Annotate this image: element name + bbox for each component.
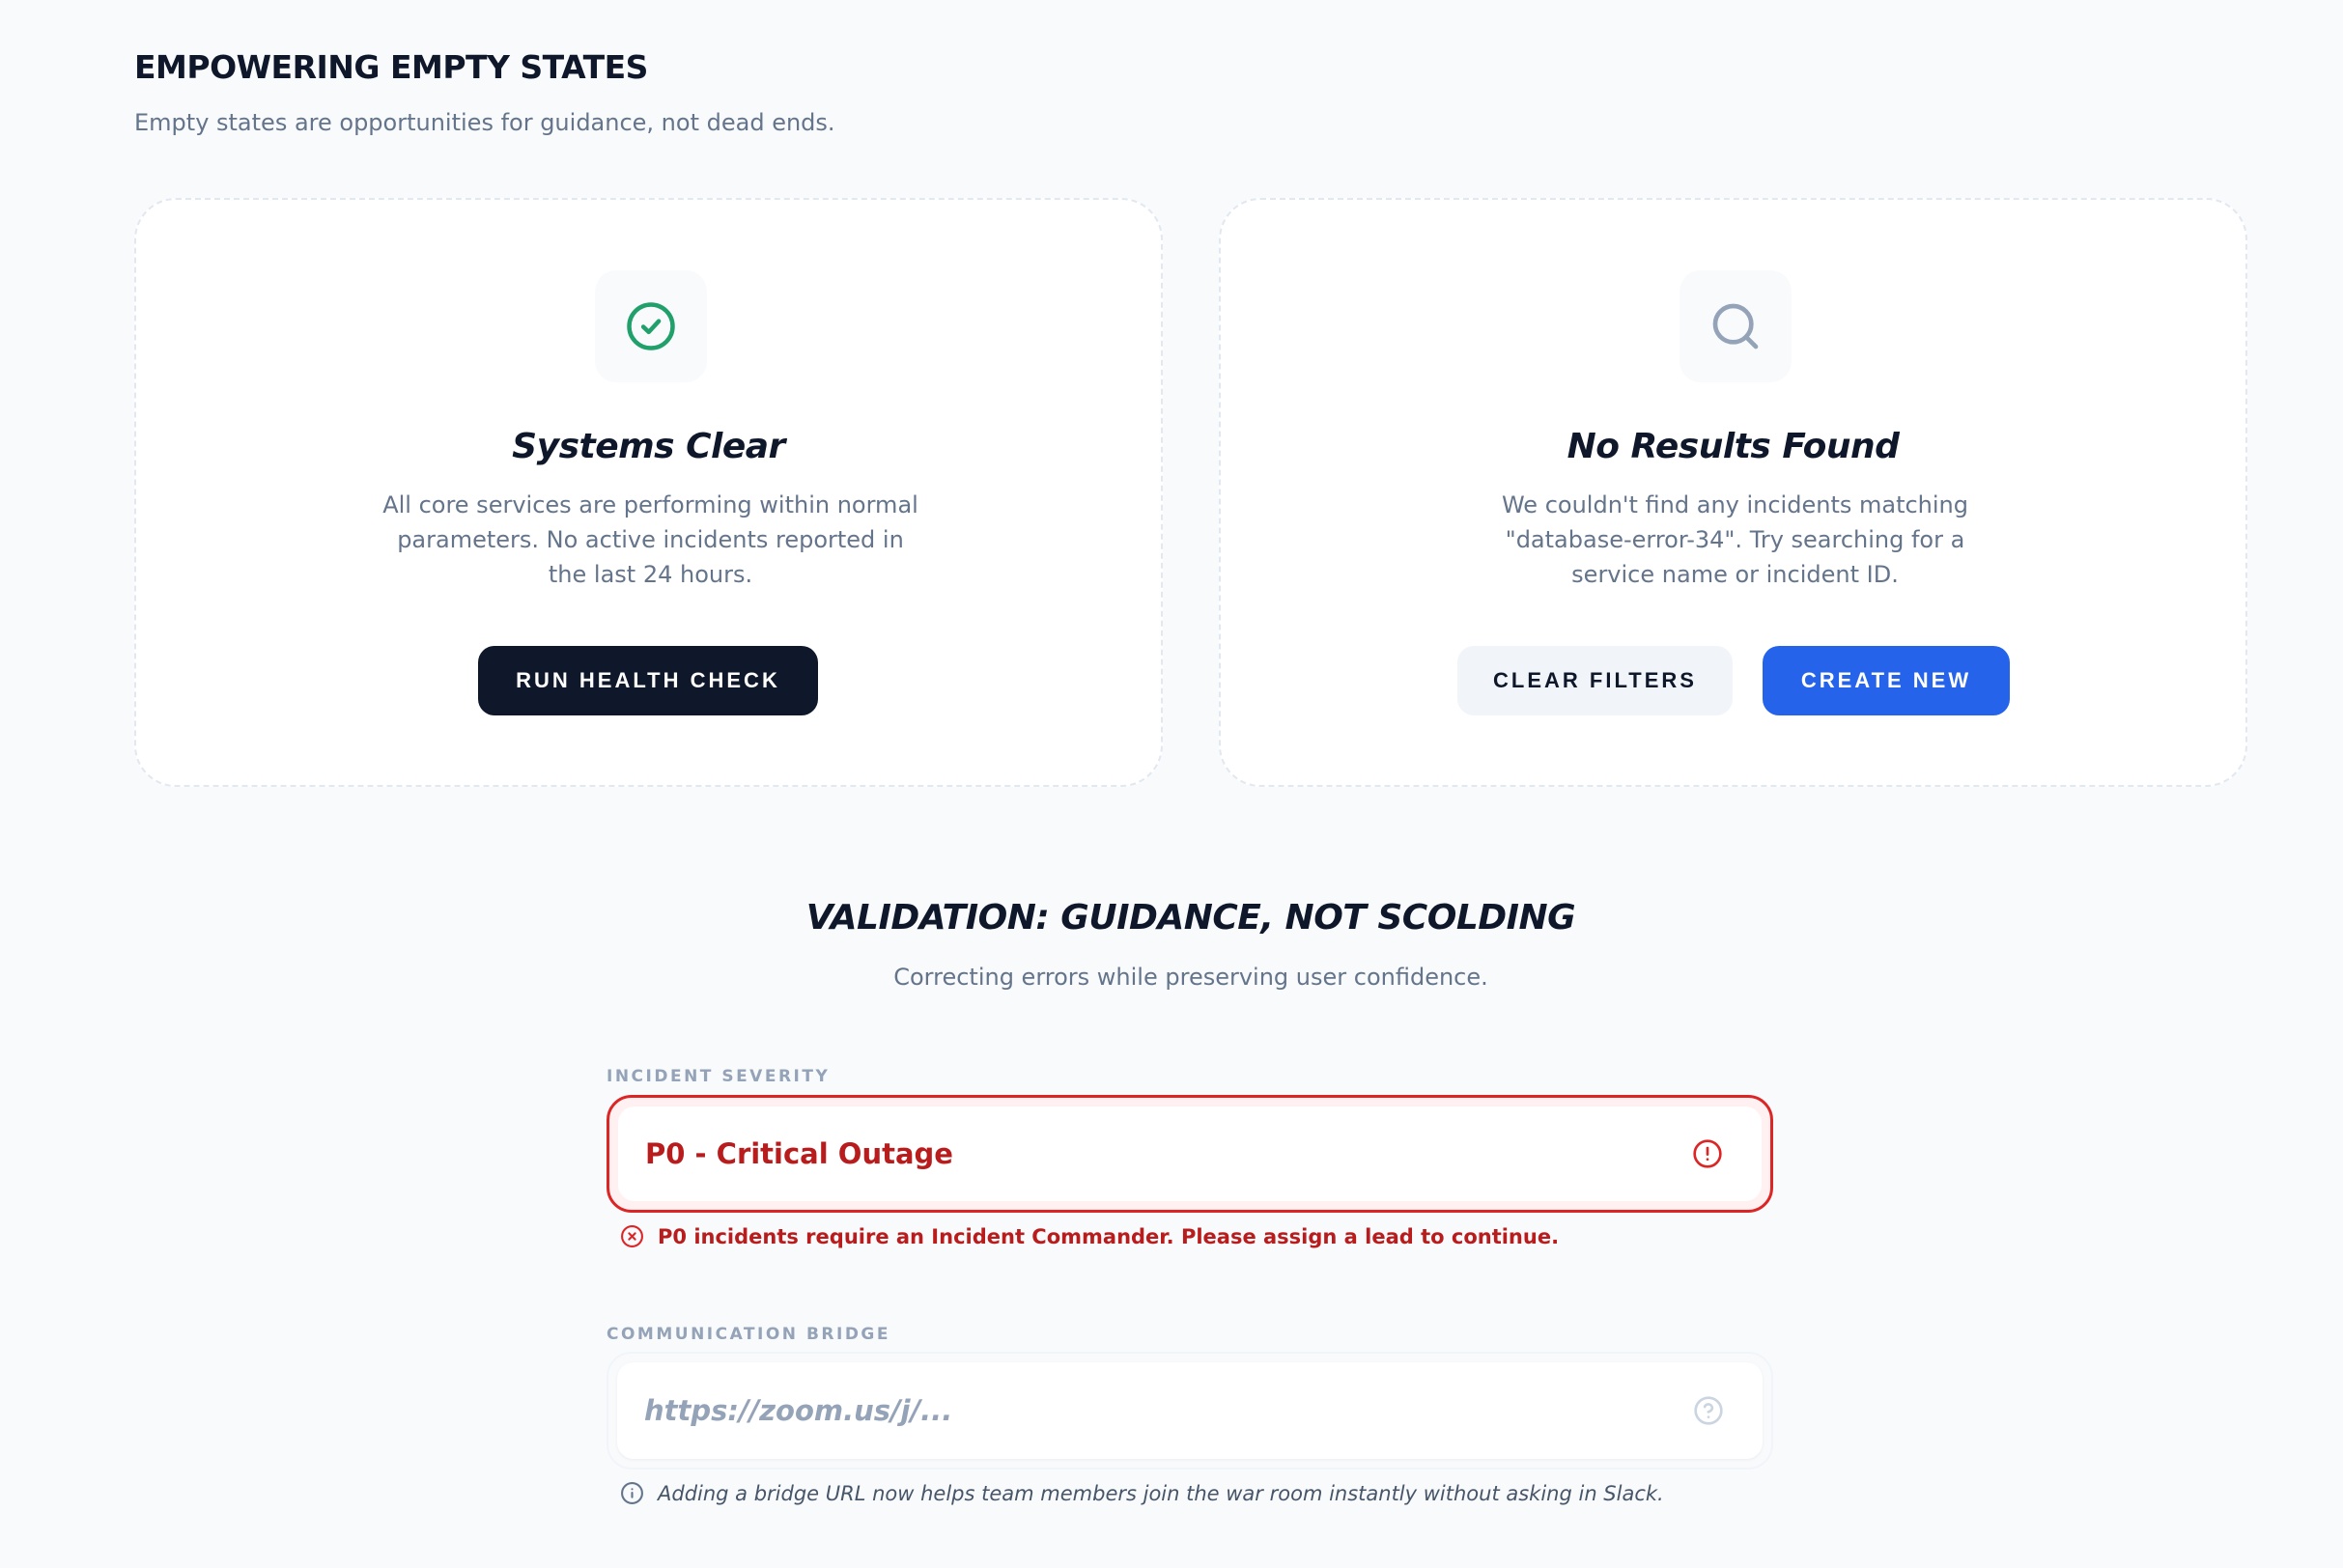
x-circle-icon [621, 1225, 643, 1247]
alert-circle-icon [1692, 1138, 1723, 1169]
no-results-title: No Results Found [1567, 427, 1900, 466]
bridge-helper-message: Adding a bridge URL now helps team membe… [620, 1481, 1664, 1505]
systems-clear-title: Systems Clear [512, 427, 785, 466]
help-circle-icon[interactable] [1693, 1395, 1724, 1426]
check-circle-icon [627, 302, 675, 350]
communication-bridge-input[interactable] [644, 1394, 1610, 1427]
communication-bridge-inner [617, 1362, 1763, 1459]
validation-title: VALIDATION: GUIDANCE, NOT SCOLDING [805, 898, 1576, 938]
no-results-card: No Results Found We couldn't find any in… [1219, 198, 2247, 787]
severity-error-message: P0 incidents require an Incident Command… [620, 1224, 1559, 1248]
validation-subtitle: Correcting errors while preserving user … [893, 964, 1488, 991]
no-results-description: We couldn't find any incidents matching … [1501, 491, 1968, 588]
empty-states-subtitle: Empty states are opportunities for guida… [134, 109, 835, 136]
severity-error-text: P0 incidents require an Incident Command… [658, 1224, 1560, 1248]
incident-severity-label: INCIDENT SEVERITY [607, 1067, 831, 1086]
communication-bridge-label: COMMUNICATION BRIDGE [607, 1325, 891, 1344]
systems-clear-card: Systems Clear All core services are perf… [134, 198, 1163, 787]
search-icon [1712, 303, 1759, 350]
empty-states-title: EMPOWERING EMPTY STATES [134, 48, 648, 86]
incident-severity-field[interactable]: P0 - Critical Outage [607, 1095, 1773, 1213]
info-icon [621, 1482, 643, 1504]
incident-severity-select[interactable]: P0 - Critical Outage [618, 1106, 1762, 1201]
no-results-icon-tile [1680, 270, 1792, 382]
create-new-button[interactable]: CREATE NEW [1763, 646, 2010, 715]
communication-bridge-field [607, 1352, 1773, 1470]
clear-filters-button[interactable]: CLEAR FILTERS [1457, 646, 1733, 715]
bridge-helper-text: Adding a bridge URL now helps team membe… [658, 1481, 1664, 1505]
systems-clear-description: All core services are performing within … [382, 491, 918, 588]
incident-severity-value: P0 - Critical Outage [645, 1137, 953, 1170]
systems-clear-icon-tile [595, 270, 707, 382]
run-health-check-button[interactable]: RUN HEALTH CHECK [478, 646, 818, 715]
